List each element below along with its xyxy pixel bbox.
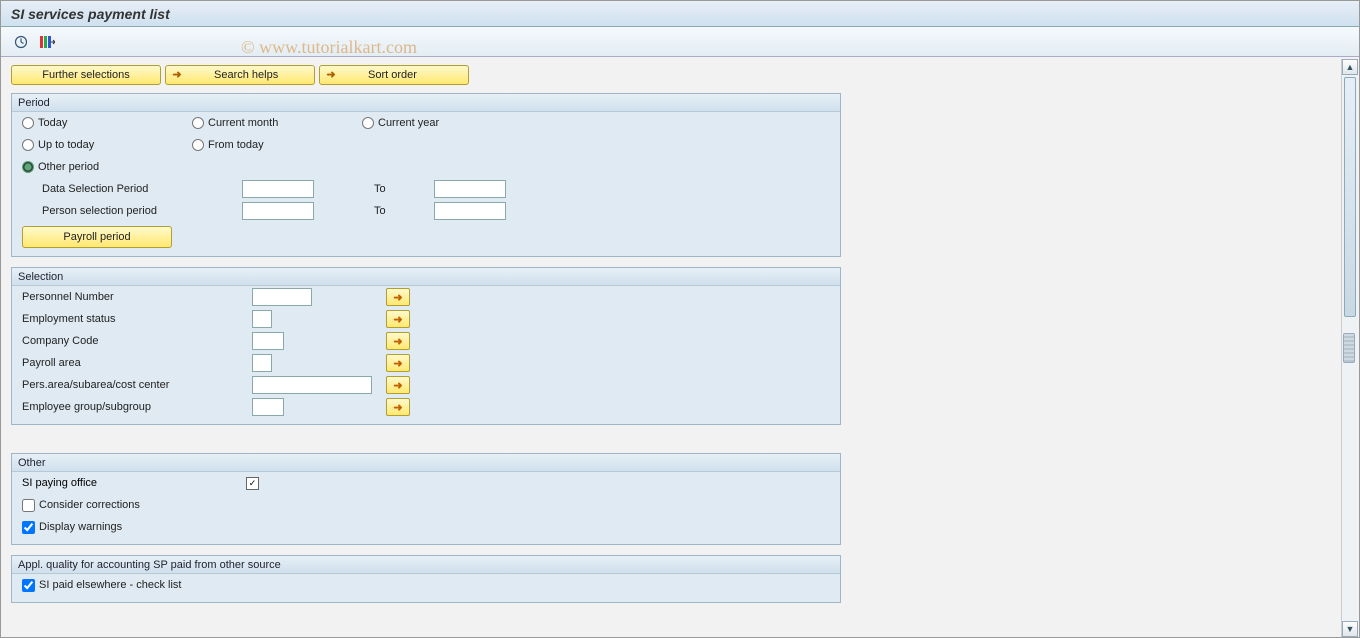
pers-area-input[interactable] xyxy=(252,376,372,394)
row-si-paying-office: SI paying office ✓ xyxy=(12,472,840,494)
matchcode-button[interactable]: ✓ xyxy=(246,477,259,490)
multi-select-button[interactable]: ➜ xyxy=(386,354,410,372)
checkbox-label: Display warnings xyxy=(39,521,122,533)
multi-select-button[interactable]: ➜ xyxy=(386,288,410,306)
field-label: SI paying office xyxy=(22,477,242,489)
radio-from-today[interactable] xyxy=(192,139,204,151)
app-toolbar xyxy=(1,27,1359,57)
radio-current-year[interactable] xyxy=(362,117,374,129)
sort-order-button[interactable]: ➜ Sort order xyxy=(319,65,469,85)
period-row-3: Other period xyxy=(12,156,840,178)
arrow-right-icon: ➜ xyxy=(393,335,402,348)
arrow-right-icon: ➜ xyxy=(393,357,402,370)
top-button-row: Further selections ➜ Search helps ➜ Sort… xyxy=(11,65,1329,85)
person-selection-period-row: Person selection period To xyxy=(32,200,840,222)
field-label: Employment status xyxy=(22,313,252,325)
content-area: Further selections ➜ Search helps ➜ Sort… xyxy=(1,59,1359,637)
row-display-warnings: Display warnings xyxy=(12,516,840,538)
row-si-paid-elsewhere: SI paid elsewhere - check list xyxy=(12,574,840,596)
multi-select-button[interactable]: ➜ xyxy=(386,332,410,350)
field-label: Person selection period xyxy=(42,205,242,217)
page-title: SI services payment list xyxy=(11,6,170,22)
checkbox-label: Consider corrections xyxy=(39,499,140,511)
scroll-grip-icon xyxy=(1343,333,1355,363)
button-label: Sort order xyxy=(368,66,417,84)
radio-other-period[interactable] xyxy=(22,161,34,173)
period-row-1: Today Current month Current year xyxy=(12,112,840,134)
arrow-right-icon: ➜ xyxy=(393,313,402,326)
group-selection: Selection Personnel Number ➜ Employment … xyxy=(11,267,841,425)
field-label: Payroll area xyxy=(22,357,252,369)
group-title: Other xyxy=(12,454,840,472)
window: SI services payment list © www.tutorialk… xyxy=(0,0,1360,638)
radio-label: Today xyxy=(38,117,67,129)
radio-today[interactable] xyxy=(22,117,34,129)
group-period: Period Today Current month Current year … xyxy=(11,93,841,257)
arrow-right-icon: ➜ xyxy=(393,291,402,304)
data-selection-to-input[interactable] xyxy=(434,180,506,198)
sel-payroll-area: Payroll area ➜ xyxy=(12,352,840,374)
checkbox-label: SI paid elsewhere - check list xyxy=(39,579,181,591)
personnel-number-input[interactable] xyxy=(252,288,312,306)
field-label: Employee group/subgroup xyxy=(22,401,252,413)
field-label: Data Selection Period xyxy=(42,183,242,195)
multi-select-button[interactable]: ➜ xyxy=(386,310,410,328)
group-title: Appl. quality for accounting SP paid fro… xyxy=(12,556,840,574)
multi-select-button[interactable]: ➜ xyxy=(386,398,410,416)
radio-up-to-today[interactable] xyxy=(22,139,34,151)
radio-current-month[interactable] xyxy=(192,117,204,129)
button-label: Payroll period xyxy=(63,228,130,246)
field-label: Company Code xyxy=(22,335,252,347)
scroll-thumb[interactable] xyxy=(1344,77,1356,317)
data-selection-period-row: Data Selection Period To xyxy=(32,178,840,200)
sel-employee-group: Employee group/subgroup ➜ xyxy=(12,396,840,418)
period-row-2: Up to today From today xyxy=(12,134,840,156)
arrow-right-icon: ➜ xyxy=(393,379,402,392)
field-label: Pers.area/subarea/cost center xyxy=(22,379,252,391)
radio-label: Other period xyxy=(38,161,99,173)
field-label: Personnel Number xyxy=(22,291,252,303)
multi-select-button[interactable]: ➜ xyxy=(386,376,410,394)
row-consider-corrections: Consider corrections xyxy=(12,494,840,516)
company-code-input[interactable] xyxy=(252,332,284,350)
group-other: Other SI paying office ✓ Consider correc… xyxy=(11,453,841,545)
data-selection-from-input[interactable] xyxy=(242,180,314,198)
scroll-up-button[interactable]: ▲ xyxy=(1342,59,1358,75)
radio-label: Current year xyxy=(378,117,439,129)
sel-company-code: Company Code ➜ xyxy=(12,330,840,352)
group-title: Period xyxy=(12,94,840,112)
arrow-right-icon: ➜ xyxy=(393,401,402,414)
sel-personnel-number: Personnel Number ➜ xyxy=(12,286,840,308)
form-scroll: Further selections ➜ Search helps ➜ Sort… xyxy=(1,59,1339,637)
group-title: Selection xyxy=(12,268,840,286)
variant-icon[interactable] xyxy=(39,34,55,50)
si-paid-elsewhere-checkbox[interactable] xyxy=(22,579,35,592)
to-label: To xyxy=(374,205,434,217)
execute-icon[interactable] xyxy=(13,34,29,50)
consider-corrections-checkbox[interactable] xyxy=(22,499,35,512)
arrow-right-icon: ➜ xyxy=(170,66,184,84)
sel-pers-area: Pers.area/subarea/cost center ➜ xyxy=(12,374,840,396)
person-selection-to-input[interactable] xyxy=(434,202,506,220)
scroll-down-button[interactable]: ▼ xyxy=(1342,621,1358,637)
search-helps-button[interactable]: ➜ Search helps xyxy=(165,65,315,85)
title-bar: SI services payment list xyxy=(1,1,1359,27)
radio-label: Up to today xyxy=(38,139,94,151)
employee-group-input[interactable] xyxy=(252,398,284,416)
button-label: Further selections xyxy=(42,66,129,84)
vertical-scrollbar[interactable]: ▲ ▼ xyxy=(1341,59,1357,637)
sel-employment-status: Employment status ➜ xyxy=(12,308,840,330)
display-warnings-checkbox[interactable] xyxy=(22,521,35,534)
arrow-right-icon: ➜ xyxy=(324,66,338,84)
further-selections-button[interactable]: Further selections xyxy=(11,65,161,85)
group-appl-quality: Appl. quality for accounting SP paid fro… xyxy=(11,555,841,603)
to-label: To xyxy=(374,183,434,195)
radio-label: Current month xyxy=(208,117,278,129)
employment-status-input[interactable] xyxy=(252,310,272,328)
button-label: Search helps xyxy=(214,66,278,84)
person-selection-from-input[interactable] xyxy=(242,202,314,220)
payroll-area-input[interactable] xyxy=(252,354,272,372)
radio-label: From today xyxy=(208,139,264,151)
payroll-period-button[interactable]: Payroll period xyxy=(22,226,172,248)
